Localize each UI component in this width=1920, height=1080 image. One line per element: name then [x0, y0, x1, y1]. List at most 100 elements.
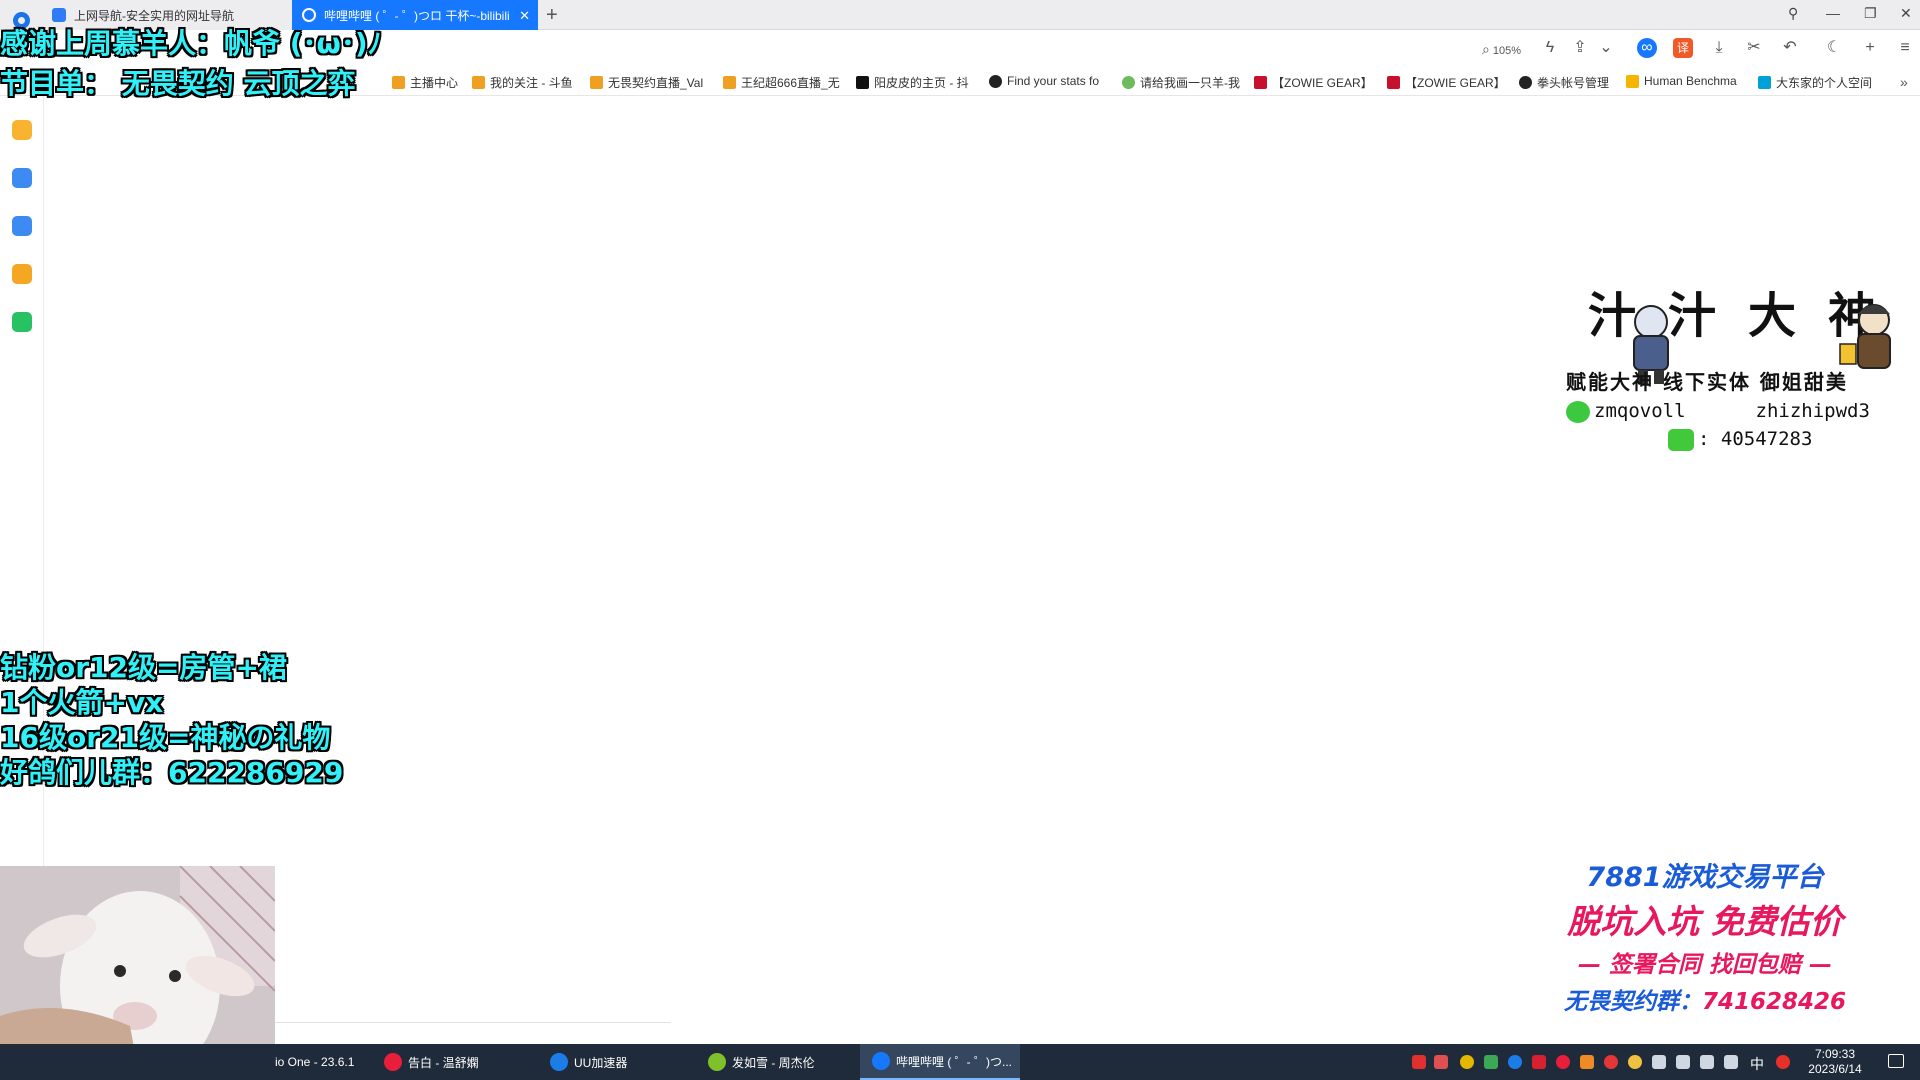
- tab-label: 哔哩哔哩 ( ゜- ゜)つロ 干杯~-bilibili: [324, 8, 510, 23]
- promo-group-line: 无畏契约群：741628426: [1560, 984, 1850, 1020]
- perk-line: 好鸽们儿群：622286929: [0, 756, 344, 789]
- promo-line: 7881游戏交易平台: [1586, 862, 1824, 893]
- bookmark-item[interactable]: 主播中心: [392, 74, 464, 91]
- bookmark-favicon-icon: [590, 76, 603, 89]
- more-bookmarks-icon[interactable]: »: [1900, 74, 1908, 90]
- bookmark-favicon-icon: [723, 76, 736, 89]
- tab-bar: 上网导航-安全实用的网址导航 哔哩哔哩 ( ゜- ゜)つロ 干杯~-bilibi…: [0, 0, 1920, 30]
- bookmark-item[interactable]: 阳皮皮的主页 - 抖: [856, 74, 974, 91]
- bookmark-item[interactable]: 王纪超666直播_无: [723, 74, 841, 91]
- tray-icon[interactable]: [1532, 1055, 1546, 1069]
- sogou-ime-icon[interactable]: [1776, 1055, 1790, 1069]
- streamer-brand-card: 汁汁大神 赋能大神 线下实体 御姐甜美 zmqovoll zhizhipwd3 :…: [1566, 276, 1916, 456]
- arrow-tray-icon[interactable]: [1434, 1055, 1448, 1069]
- bookmark-favicon-icon: [392, 76, 405, 89]
- add-icon[interactable]: +: [1860, 38, 1880, 58]
- uu-accelerator-icon: [550, 1053, 568, 1071]
- minimize-button[interactable]: —: [1826, 5, 1840, 21]
- netease-music-icon: [384, 1053, 402, 1071]
- trading-platform-ad: 7881游戏交易平台 脱坑入坑 免费估价 — 签署合同 找回包赔 — 无畏契约群…: [1560, 858, 1850, 1028]
- menu-icon[interactable]: ≡: [1895, 38, 1915, 58]
- qq-number: : 40547283: [1698, 428, 1813, 450]
- kook-icon: [1668, 428, 1694, 451]
- zoom-level[interactable]: 105%: [1482, 41, 1521, 58]
- share-icon[interactable]: ⇪: [1570, 38, 1590, 58]
- promo-line: — 签署合同 找回包赔 —: [1577, 952, 1833, 978]
- taskbar-item-active[interactable]: 哔哩哔哩 ( ゜- ゜)つ...: [860, 1044, 1020, 1080]
- browser-icon: [872, 1052, 890, 1070]
- perk-line: 16级or21级=神秘の礼物: [0, 721, 331, 754]
- ime-indicator[interactable]: 中: [1750, 1054, 1764, 1074]
- mic-tray-icon[interactable]: [1412, 1055, 1426, 1069]
- tab-navigation[interactable]: 上网导航-安全实用的网址导航: [44, 0, 292, 30]
- tray-icon[interactable]: [1628, 1055, 1642, 1069]
- steam-icon[interactable]: [1724, 1055, 1738, 1069]
- netease-tray-icon[interactable]: [1556, 1055, 1570, 1069]
- jd-icon: [1387, 76, 1400, 89]
- bookmark-favicon-icon: [472, 76, 485, 89]
- microphone-icon[interactable]: [1652, 1055, 1666, 1069]
- bookmark-item[interactable]: 大东家的个人空间: [1758, 74, 1876, 91]
- tiktok-icon: [856, 76, 869, 89]
- bookmark-item[interactable]: 【ZOWIE GEAR】: [1254, 74, 1372, 91]
- bookmark-favicon-icon: [989, 74, 1002, 88]
- app-store-icon[interactable]: [12, 216, 32, 236]
- uu-tray-icon[interactable]: [1508, 1055, 1522, 1069]
- jd-icon: [1254, 76, 1267, 89]
- bookmark-item[interactable]: Human Benchma: [1626, 74, 1744, 88]
- qq-music-icon: [708, 1053, 726, 1071]
- lightning-bookmark-icon: [1626, 74, 1639, 88]
- bookmark-item[interactable]: 我的关注 - 斗鱼: [472, 74, 584, 91]
- thanks-overlay-text: 感谢上周慕羊人：帆爷 (･ω･)ﾉ: [0, 27, 382, 60]
- restore-button[interactable]: ❐: [1864, 5, 1877, 22]
- promo-group-label: 无畏契约群：: [1563, 989, 1702, 1015]
- tray-icon[interactable]: [1604, 1055, 1618, 1069]
- clock-date: 2023/6/14: [1808, 1062, 1862, 1076]
- network-icon[interactable]: [1676, 1055, 1690, 1069]
- bookmark-item[interactable]: 无畏契约直播_Val: [590, 74, 708, 91]
- undo-icon[interactable]: ↶: [1780, 38, 1800, 58]
- riot-icon: [1519, 76, 1532, 89]
- taskbar-item[interactable]: 告白 - 温舒嫻: [384, 1044, 544, 1080]
- translate-icon[interactable]: 译: [1673, 38, 1693, 58]
- perk-line: 1个火箭+vx: [0, 686, 164, 719]
- tab-label: 上网导航-安全实用的网址导航: [74, 8, 234, 23]
- extension-infinity-icon[interactable]: ∞: [1637, 38, 1657, 58]
- notification-icon[interactable]: [1888, 1054, 1904, 1068]
- bilibili-icon: [1758, 76, 1771, 89]
- close-tab-icon[interactable]: ✕: [519, 8, 530, 24]
- bookmark-item[interactable]: Find your stats fo: [989, 74, 1107, 88]
- lightning-icon[interactable]: ϟ: [1540, 38, 1560, 58]
- loading-spinner-icon: [302, 8, 316, 22]
- taskbar-item[interactable]: UU加速器: [550, 1044, 710, 1080]
- bookmark-item[interactable]: 请给我画一只羊-我: [1122, 74, 1240, 91]
- chevron-down-icon[interactable]: ⌄: [1596, 38, 1616, 58]
- pin-icon[interactable]: ⚲: [1788, 5, 1798, 22]
- cloud-icon[interactable]: [12, 168, 32, 188]
- night-mode-icon[interactable]: ☾: [1824, 38, 1844, 58]
- download-icon[interactable]: ⤓: [1709, 38, 1729, 58]
- bookmark-item[interactable]: 拳头帐号管理: [1519, 74, 1619, 91]
- brand-subtitle: 赋能大神 线下实体 御姐甜美: [1566, 370, 1848, 394]
- favorites-star-icon[interactable]: [12, 120, 32, 140]
- clock-time: 7:09:33: [1814, 1047, 1856, 1061]
- tray-icon[interactable]: [1580, 1055, 1594, 1069]
- system-clock[interactable]: 7:09:33 2023/6/14: [1790, 1047, 1880, 1077]
- app-tray-icon[interactable]: [1460, 1055, 1474, 1069]
- tab-bilibili[interactable]: 哔哩哔哩 ( ゜- ゜)つロ 干杯~-bilibili ✕: [292, 0, 538, 30]
- perk-line: 钻粉or12级=房管+裙: [0, 651, 287, 684]
- sheep-icon: [1122, 76, 1135, 89]
- search-icon[interactable]: [12, 264, 32, 284]
- wechat-tray-icon[interactable]: [1484, 1055, 1498, 1069]
- close-window-button[interactable]: ✕: [1900, 5, 1912, 22]
- taskbar-item[interactable]: 发如雪 - 周杰伦: [708, 1044, 858, 1080]
- taskbar-item[interactable]: io One - 23.6.1: [275, 1044, 375, 1080]
- wechat-icon[interactable]: [12, 312, 32, 332]
- program-overlay-text: 节目单： 无畏契约 云顶之弈: [0, 67, 356, 100]
- new-tab-button[interactable]: +: [546, 4, 558, 27]
- scissors-icon[interactable]: ✂: [1744, 38, 1764, 58]
- bookmark-item[interactable]: 【ZOWIE GEAR】: [1387, 74, 1505, 91]
- wechat-id: zmqovoll: [1594, 400, 1686, 422]
- promo-line: 脱坑入坑 免费估价: [1567, 902, 1843, 941]
- volume-icon[interactable]: [1700, 1055, 1714, 1069]
